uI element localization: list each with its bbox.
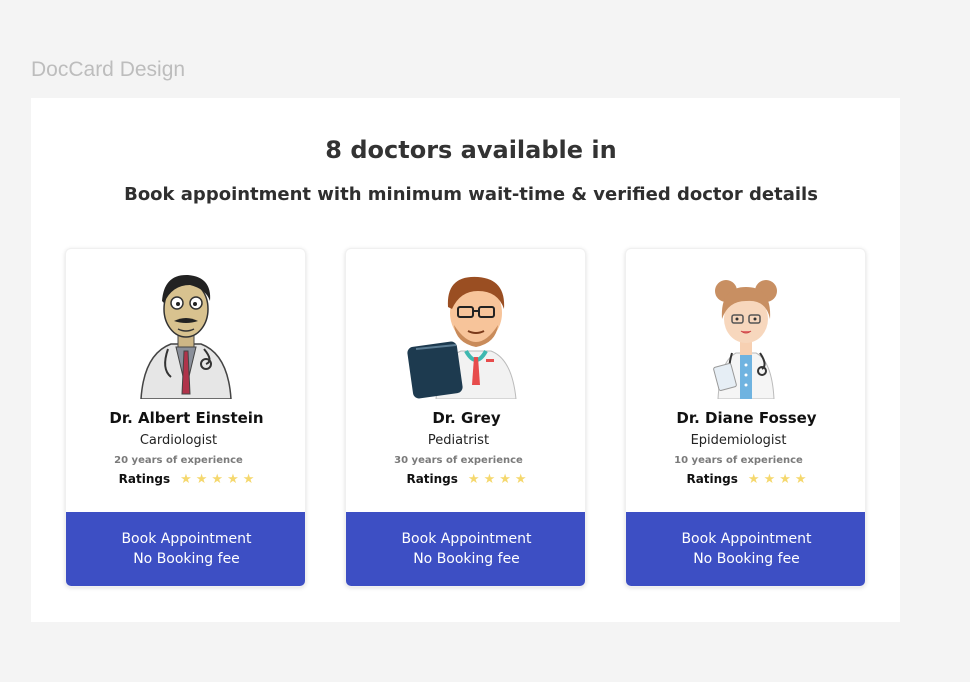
doctor-fossey-avatar-icon [713,280,777,399]
ratings-label: Ratings [118,472,171,486]
book-button-label: Book Appointment [401,531,532,547]
ratings-row: Ratings ★ ★ ★ ★ [626,471,865,487]
ratings-label: Ratings [406,472,458,486]
doctor-name: Dr. Diane Fossey [676,409,817,427]
star-icon: ★ [195,471,208,487]
star-icon: ★ [242,471,255,487]
doctor-einstein-avatar-icon [140,274,232,399]
star-icon: ★ [499,471,511,487]
doctor-name: Dr. Albert Einstein [109,409,264,427]
page-title: 8 doctors available in [325,136,617,164]
star-icon: ★ [779,471,791,487]
doc-card-frame: 8 doctors available in Book appointment … [31,98,900,622]
doctor-grey-avatar-icon [407,276,517,399]
ratings-row: Ratings ★ ★ ★ ★ [346,471,585,487]
star-icon: ★ [763,471,776,487]
ratings-row: Ratings ★ ★ ★ ★ ★ [66,471,305,487]
book-button-label: Book Appointment [121,531,252,547]
doctor-specialty: Epidemiologist [690,433,787,448]
page-subtitle: Book appointment with minimum wait-time … [124,184,818,205]
doctor-name: Dr. Grey [432,409,501,427]
star-icon: ★ [180,471,192,487]
frame-label: DocCard Design [31,58,186,81]
doctor-card: Dr. Diane Fossey Epidemiologist 10 years… [625,248,866,587]
star-icon: ★ [794,471,807,487]
book-button-label: Book Appointment [681,531,812,547]
doctor-experience: 30 years of experience [394,455,523,466]
book-appointment-button[interactable]: Book Appointment No Booking fee [626,512,865,586]
star-icon: ★ [211,471,224,487]
book-appointment-button[interactable]: Book Appointment No Booking fee [346,512,585,586]
ratings-label: Ratings [686,472,738,486]
star-icon: ★ [227,471,239,487]
booking-fee-label: No Booking fee [133,551,240,567]
star-icon: ★ [467,471,480,487]
doctor-specialty: Cardiologist [139,433,218,448]
book-appointment-button[interactable]: Book Appointment No Booking fee [66,512,305,586]
star-icon: ★ [483,471,496,487]
star-icon: ★ [514,471,527,487]
booking-fee-label: No Booking fee [413,551,520,567]
doctor-experience: 20 years of experience [114,455,243,466]
doctor-experience: 10 years of experience [674,455,803,466]
doctor-card: Dr. Albert Einstein Cardiologist 20 year… [65,248,306,587]
booking-fee-label: No Booking fee [693,551,800,567]
doctor-specialty: Pediatrist [427,433,490,448]
star-icon: ★ [747,471,760,487]
doctor-card: Dr. Grey Pediatrist 30 years of experien… [345,248,586,587]
